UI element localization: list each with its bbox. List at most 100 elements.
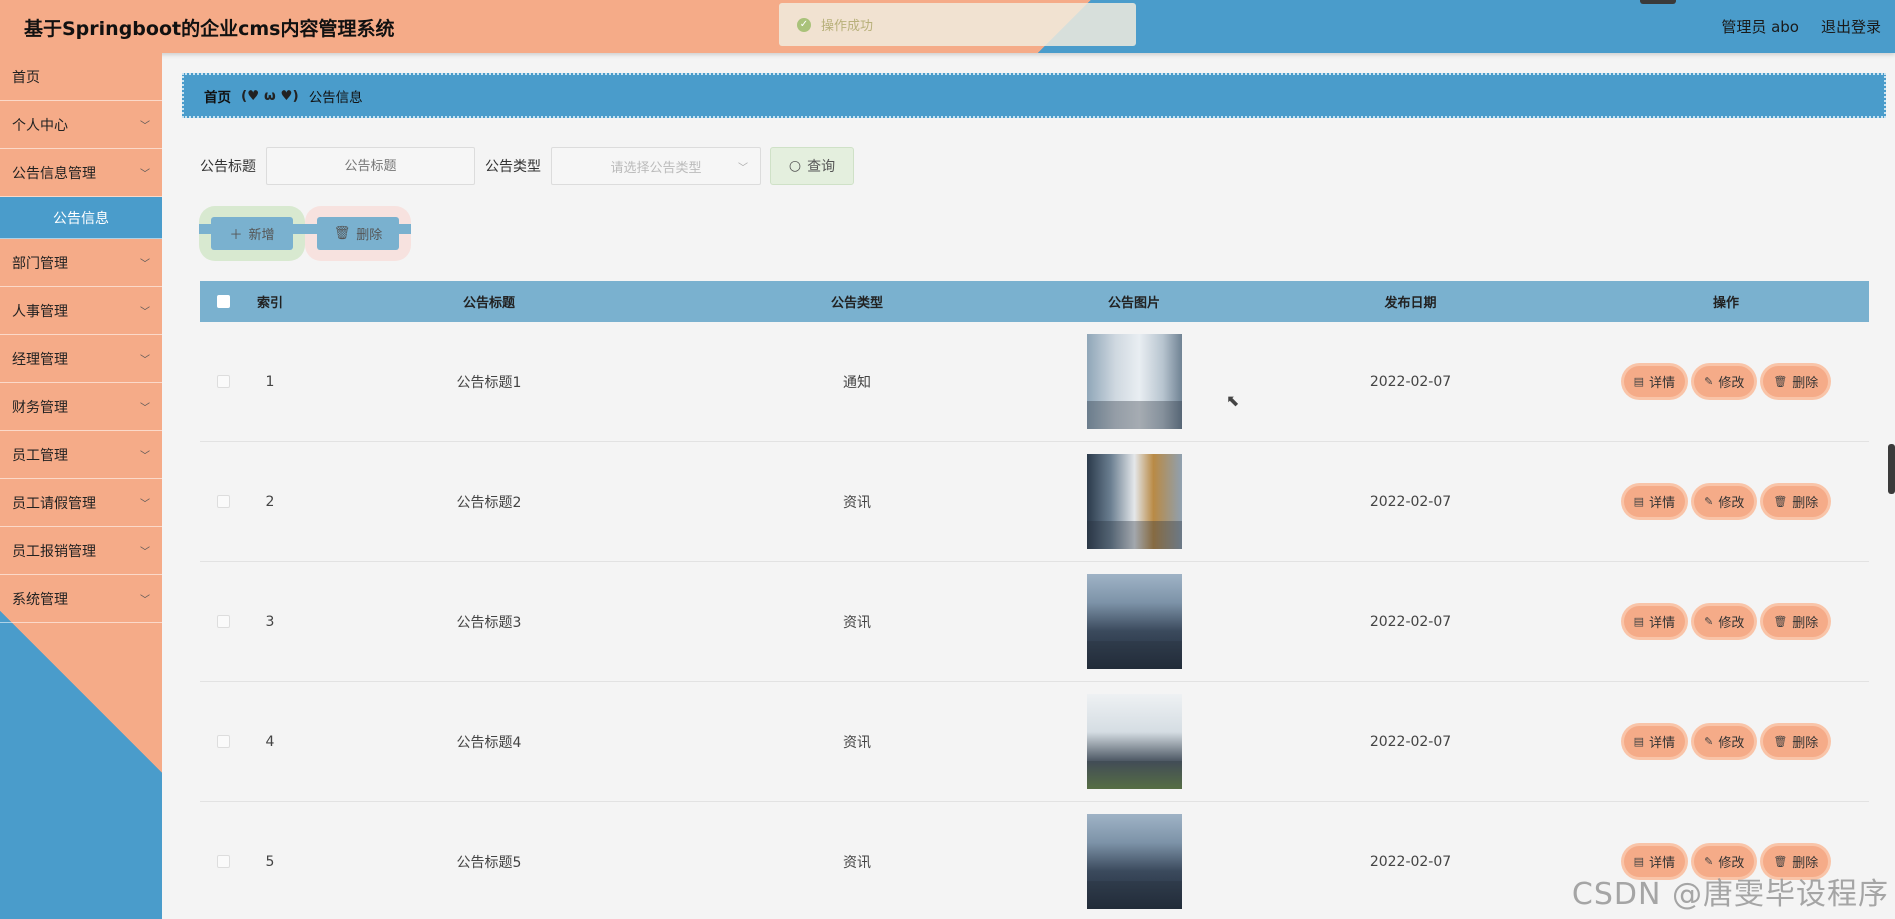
sidebar-item-8[interactable]: 员工管理 ﹀	[0, 431, 162, 479]
type-filter-label: 公告类型	[485, 159, 541, 175]
chevron-down-icon: ﹀	[140, 169, 150, 180]
type-select[interactable]: 请选择公告类型 ﹀	[551, 147, 761, 185]
announcement-image[interactable]	[1086, 694, 1182, 789]
chevron-down-icon: ﹀	[140, 355, 150, 366]
sidebar-item-label: 部门管理	[12, 255, 68, 272]
document-icon: ▤	[1633, 375, 1645, 388]
sidebar-item-1[interactable]: 个人中心 ﹀	[0, 101, 162, 149]
chevron-down-icon: ﹀	[140, 259, 150, 270]
edit-button[interactable]: ✎ 修改	[1694, 726, 1755, 757]
sidebar-item-label: 员工管理	[12, 447, 68, 464]
edit-button[interactable]: ✎ 修改	[1694, 606, 1755, 637]
sidebar-item-0[interactable]: 首页	[0, 53, 162, 101]
document-icon: ▤	[1633, 615, 1645, 628]
sidebar-item-2[interactable]: 公告信息管理 ﹀	[0, 149, 162, 197]
edit-button[interactable]: ✎ 修改	[1694, 366, 1755, 397]
announcement-image[interactable]	[1086, 574, 1182, 669]
sidebar-item-label: 个人中心	[12, 117, 68, 134]
delete-button[interactable]: 🗑 删除	[1763, 486, 1829, 517]
sidebar-item-5[interactable]: 人事管理 ﹀	[0, 287, 162, 335]
watermark: CSDN @唐雯毕设程序	[1571, 877, 1889, 912]
search-bar: 公告标题 公告类型 请选择公告类型 ﹀ ○ 查询	[200, 147, 854, 185]
announcement-image[interactable]	[1086, 814, 1182, 909]
row-checkbox[interactable]	[216, 375, 230, 388]
column-header-type: 公告类型	[830, 296, 883, 311]
pencil-icon: ✎	[1704, 375, 1714, 388]
query-button[interactable]: ○ 查询	[770, 147, 854, 185]
column-header-index: 索引	[256, 296, 283, 311]
row-checkbox[interactable]	[216, 615, 230, 628]
sidebar-item-9[interactable]: 员工请假管理 ﹀	[0, 479, 162, 527]
add-button[interactable]: ＋ 新增	[211, 217, 293, 250]
edit-button[interactable]: ✎ 修改	[1694, 486, 1755, 517]
batch-delete-button[interactable]: 🗑 删除	[317, 217, 399, 250]
row-index: 2	[265, 493, 275, 510]
sidebar: 首页 个人中心 ﹀ 公告信息管理 ﹀ 公告信息 部门管理 ﹀ 人事管理 ﹀ 经理管理 ﹀ 财务管理 ﹀ 员工…	[0, 53, 162, 919]
row-checkbox[interactable]	[216, 495, 230, 508]
header-user-area: 管理员 abo 退出登录	[1721, 16, 1881, 37]
table-row: 3 公告标题3 资讯 2022-02-07 ▤ 详情 ✎ 修改 🗑 删除	[200, 562, 1869, 682]
column-header-actions: 操作	[1712, 296, 1739, 311]
row-date: 2022-02-07	[1369, 733, 1452, 750]
detail-label: 详情	[1649, 496, 1676, 511]
row-date: 2022-02-07	[1369, 613, 1452, 630]
announcement-image[interactable]	[1086, 334, 1182, 429]
select-all-checkbox[interactable]	[216, 295, 230, 308]
column-header-date: 发布日期	[1384, 296, 1437, 311]
sidebar-item-11[interactable]: 系统管理 ﹀	[0, 575, 162, 623]
scrollbar-thumb[interactable]	[1888, 444, 1895, 494]
trash-icon: 🗑	[1773, 375, 1788, 388]
sidebar-item-label: 财务管理	[12, 399, 68, 416]
row-actions: ▤ 详情 ✎ 修改 🗑 删除	[1583, 726, 1869, 757]
announcement-image[interactable]	[1086, 454, 1182, 549]
document-icon: ▤	[1633, 735, 1645, 748]
document-icon: ▤	[1633, 495, 1645, 508]
pencil-icon: ✎	[1704, 855, 1714, 868]
toast-message: 操作成功	[821, 19, 874, 34]
detail-button[interactable]: ▤ 详情	[1623, 606, 1686, 637]
sidebar-item-4[interactable]: 部门管理 ﹀	[0, 239, 162, 287]
current-user[interactable]: 管理员 abo	[1721, 16, 1799, 37]
detail-label: 详情	[1649, 736, 1676, 751]
delete-button[interactable]: 🗑 删除	[1763, 606, 1829, 637]
title-filter-label: 公告标题	[200, 159, 256, 175]
row-checkbox[interactable]	[216, 855, 230, 868]
chevron-down-icon: ﹀	[140, 547, 150, 558]
row-title: 公告标题4	[456, 734, 522, 751]
edit-label: 修改	[1718, 736, 1745, 751]
chevron-down-icon: ﹀	[140, 451, 150, 462]
pencil-icon: ✎	[1704, 735, 1714, 748]
trash-icon: 🗑	[1773, 495, 1788, 508]
logout-link[interactable]: 退出登录	[1821, 16, 1881, 37]
row-type: 通知	[843, 374, 871, 391]
delete-button[interactable]: 🗑 删除	[1763, 726, 1829, 757]
delete-label: 删除	[1792, 496, 1819, 511]
trash-icon: 🗑	[1773, 855, 1788, 868]
chevron-down-icon: ﹀	[140, 307, 150, 318]
detail-button[interactable]: ▤ 详情	[1623, 366, 1686, 397]
detail-button[interactable]: ▤ 详情	[1623, 486, 1686, 517]
app-title: 基于Springboot的企业cms内容管理系统	[24, 18, 395, 40]
sidebar-item-7[interactable]: 财务管理 ﹀	[0, 383, 162, 431]
title-search-input[interactable]	[266, 147, 475, 185]
row-index: 4	[265, 733, 275, 750]
row-checkbox[interactable]	[216, 735, 230, 748]
delete-label: 删除	[1792, 376, 1819, 391]
column-header-title: 公告标题	[462, 296, 515, 311]
row-type: 资讯	[843, 494, 871, 511]
chevron-down-icon: ﹀	[140, 499, 150, 510]
row-date: 2022-02-07	[1369, 493, 1452, 510]
sidebar-item-label: 系统管理	[12, 591, 68, 608]
delete-label: 删除	[1792, 616, 1819, 631]
edit-label: 修改	[1718, 616, 1745, 631]
sidebar-item-10[interactable]: 员工报销管理 ﹀	[0, 527, 162, 575]
row-index: 1	[265, 373, 275, 390]
document-icon: ▤	[1633, 855, 1645, 868]
sidebar-item-6[interactable]: 经理管理 ﹀	[0, 335, 162, 383]
delete-button[interactable]: 🗑 删除	[1763, 366, 1829, 397]
sidebar-item-label: 经理管理	[12, 351, 68, 368]
breadcrumb-home[interactable]: 首页	[204, 86, 231, 106]
detail-button[interactable]: ▤ 详情	[1623, 726, 1686, 757]
table-body: 1 公告标题1 通知 2022-02-07 ▤ 详情 ✎ 修改 🗑 删除 2 公告标题2 资讯 2022-…	[200, 322, 1869, 919]
sidebar-subitem-3[interactable]: 公告信息	[0, 197, 162, 239]
